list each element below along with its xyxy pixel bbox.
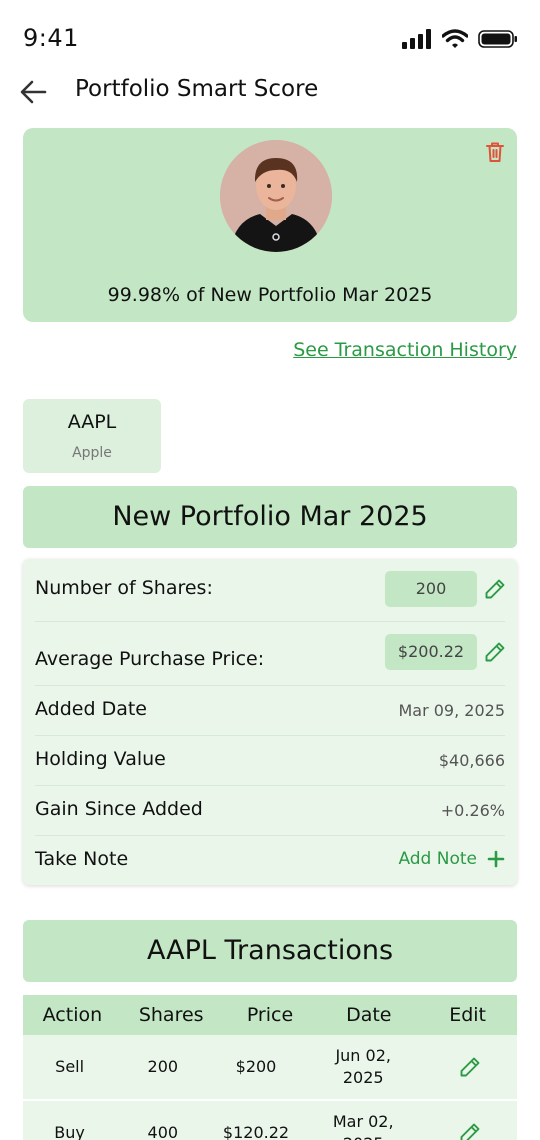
status-icons [402, 28, 518, 50]
edit-avg-price-button[interactable] [483, 640, 507, 664]
portfolio-title: New Portfolio Mar 2025 [23, 486, 517, 548]
profile-caption: 99.98% of New Portfolio Mar 2025 [107, 284, 433, 306]
holding-value-value: $40,666 [438, 751, 505, 770]
added-date-label: Added Date [35, 698, 147, 720]
holding-value-label: Holding Value [35, 748, 166, 770]
action-cell: Buy [54, 1123, 85, 1140]
transactions-title: AAPL Transactions [23, 920, 517, 982]
table-header: Action Shares Price Date Edit [23, 995, 517, 1035]
gain-value: +0.26% [440, 801, 505, 820]
added-date-row: Added Date Mar 09, 2025 [35, 686, 505, 736]
add-note-button[interactable]: Add Note [398, 849, 505, 869]
add-note-label: Add Note [398, 849, 477, 869]
column-header: Date [346, 1004, 392, 1026]
shares-label: Number of Shares: [35, 577, 213, 599]
shares-cell: 400 [147, 1123, 179, 1140]
gain-label: Gain Since Added [35, 798, 203, 820]
column-header: Price [246, 1004, 294, 1026]
shares-row: Number of Shares: 200 [35, 559, 505, 622]
column-header: Shares [138, 1004, 204, 1026]
price-cell: $200 [235, 1057, 277, 1076]
column-header: Action [42, 1004, 103, 1026]
plus-icon [487, 850, 505, 868]
edit-transaction-button[interactable] [424, 1035, 517, 1099]
signal-icon [402, 29, 431, 49]
pencil-icon [485, 642, 505, 662]
added-date-value: Mar 09, 2025 [398, 701, 505, 720]
pencil-icon [460, 1123, 480, 1140]
wifi-icon [442, 29, 468, 48]
transactions-table: Action Shares Price Date Edit Sell 200 $… [23, 995, 517, 1140]
price-cell: $120.22 [222, 1123, 290, 1140]
avg-price-value[interactable]: $200.22 [385, 634, 477, 670]
note-row: Take Note Add Note [35, 836, 505, 886]
column-header: Edit [449, 1004, 486, 1026]
shares-cell: 200 [147, 1057, 179, 1076]
ticker-chip[interactable]: AAPL Apple [23, 399, 161, 473]
table-row: Sell 200 $200 Jun 02, 2025 [23, 1035, 517, 1101]
app-header: Portfolio Smart Score [0, 70, 540, 114]
back-button[interactable] [18, 78, 50, 106]
avatar [220, 140, 332, 252]
page-title: Portfolio Smart Score [75, 76, 319, 102]
back-arrow-icon [20, 80, 47, 104]
gain-row: Gain Since Added +0.26% [35, 786, 505, 836]
shares-value[interactable]: 200 [385, 571, 477, 607]
avg-price-label: Average Purchase Price: [35, 648, 265, 670]
holding-value-row: Holding Value $40,666 [35, 736, 505, 786]
delete-button[interactable] [483, 140, 507, 164]
pencil-icon [460, 1057, 480, 1077]
date-cell: Jun 02, 2025 [335, 1046, 391, 1087]
pencil-icon [485, 579, 505, 599]
holding-details: Number of Shares: 200 Average Purchase P… [23, 559, 517, 885]
action-cell: Sell [55, 1057, 85, 1076]
date-cell: Mar 02, 2025 [332, 1112, 394, 1140]
avg-price-row: Average Purchase Price: $200.22 [35, 622, 505, 686]
ticker-symbol: AAPL [67, 411, 117, 433]
status-bar: 9:41 [0, 0, 540, 78]
table-row: Buy 400 $120.22 Mar 02, 2025 [23, 1101, 517, 1140]
edit-transaction-button[interactable] [424, 1101, 517, 1140]
battery-icon [478, 30, 517, 48]
ticker-name: Apple [72, 445, 112, 461]
edit-shares-button[interactable] [483, 577, 507, 601]
note-label: Take Note [35, 848, 129, 870]
status-time: 9:41 [23, 24, 79, 52]
transaction-history-link[interactable]: See Transaction History [293, 339, 517, 361]
profile-card: 99.98% of New Portfolio Mar 2025 [23, 128, 517, 322]
trash-icon [486, 142, 504, 162]
